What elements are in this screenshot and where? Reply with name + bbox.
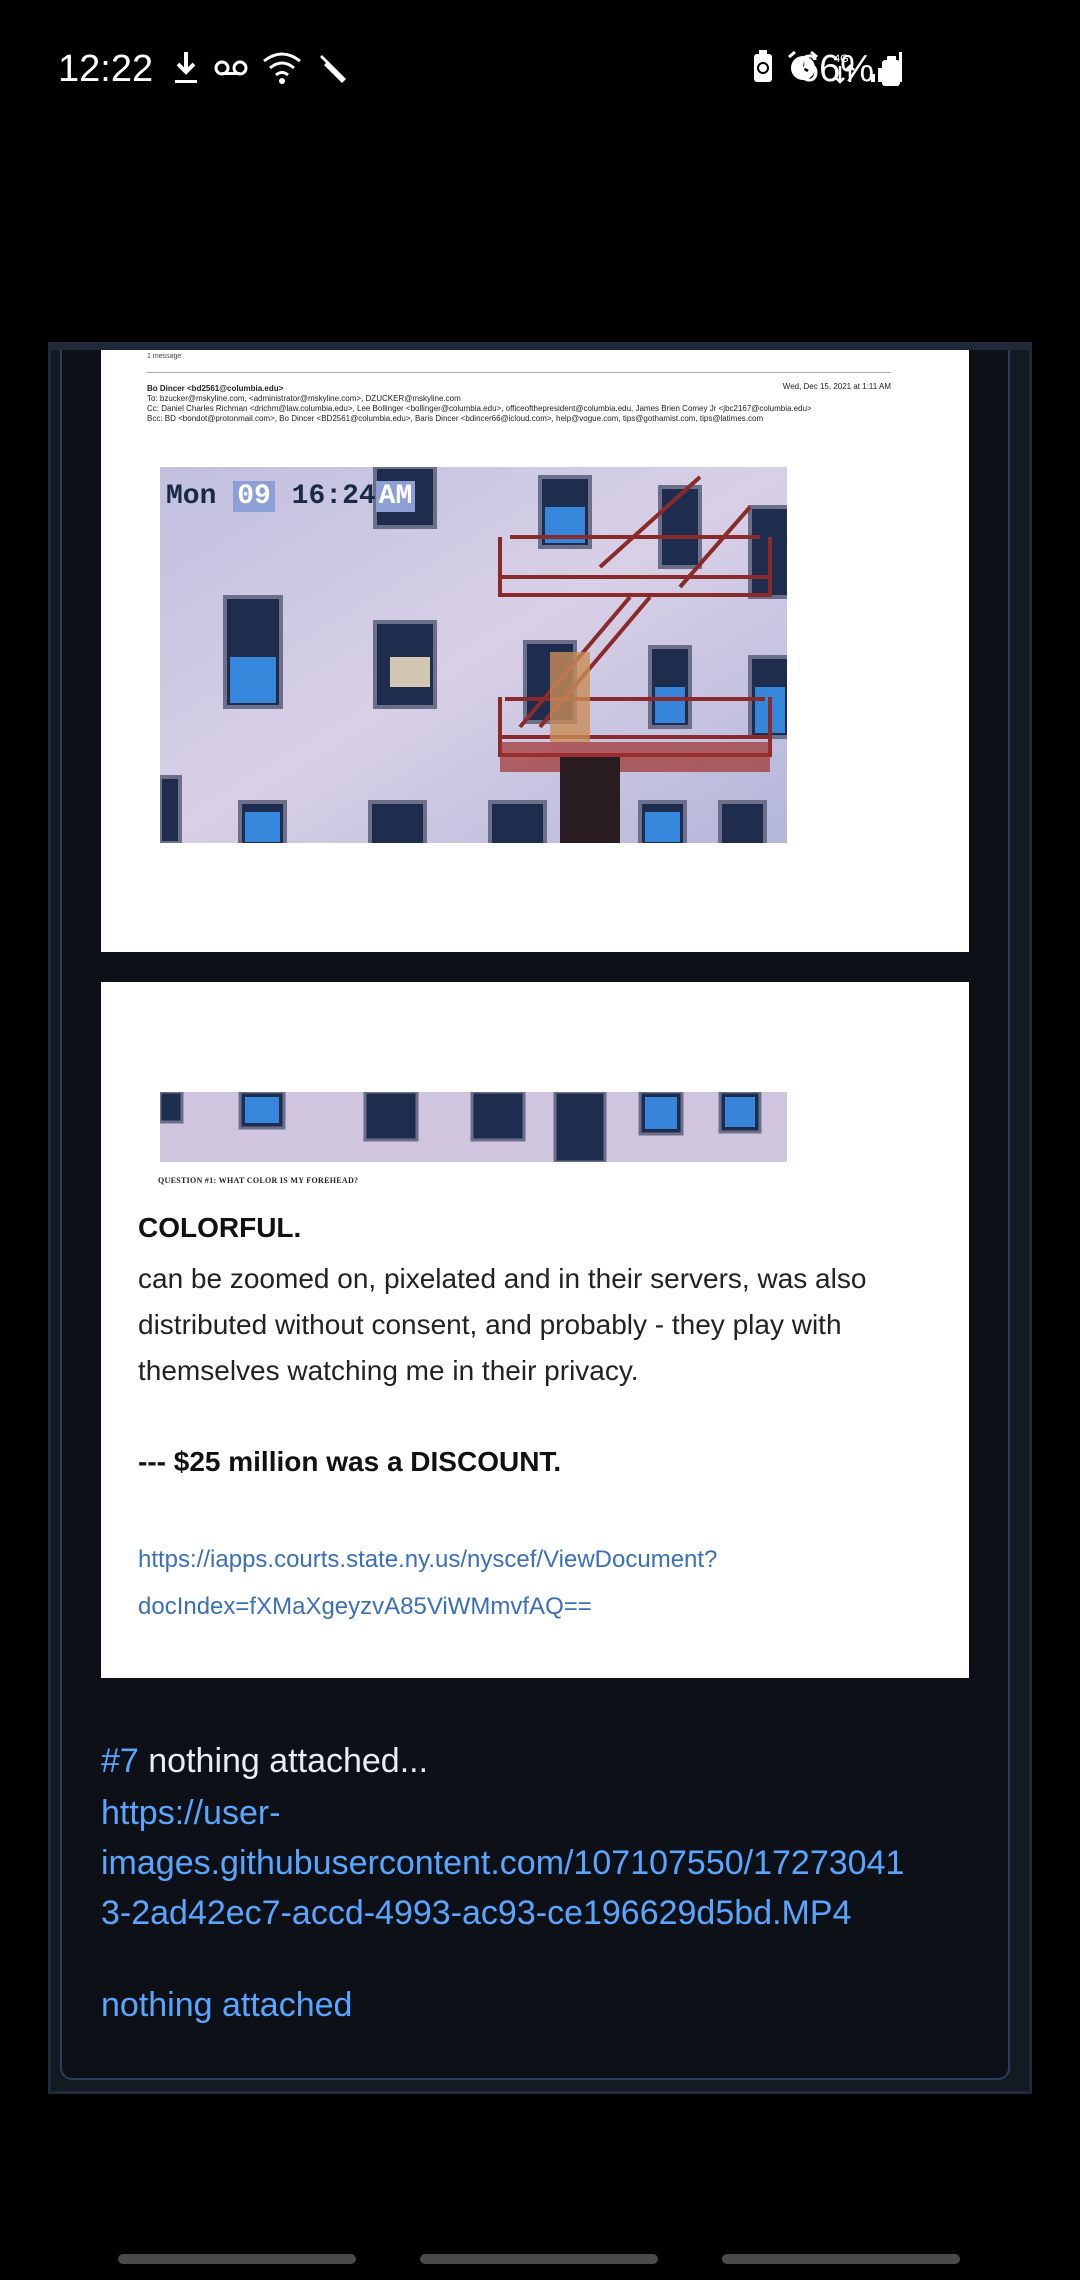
email-bcc: Bcc: BD <bondot@protonmail.com>, Bo Dinc… xyxy=(147,414,764,423)
message-count: 1 message xyxy=(147,353,182,360)
battery-icon xyxy=(882,56,900,86)
card-top-strip xyxy=(48,342,1032,350)
nav-home-pill[interactable] xyxy=(420,2254,658,2264)
status-time: 12:22 xyxy=(58,48,154,90)
attachment-link-line1[interactable]: https://user- xyxy=(101,1788,281,1838)
security-camera-photo: Mon 09 16:24 AM xyxy=(160,467,787,843)
email-meta: Bo Dincer <bd2561@columbia.edu> To: bzuc… xyxy=(147,384,891,424)
wifi-icon xyxy=(263,52,301,84)
answer-heading: COLORFUL. xyxy=(138,1212,302,1243)
camera-day: Mon xyxy=(166,481,217,512)
comment-text: nothing attached... xyxy=(138,1742,429,1780)
voicemail-icon xyxy=(214,60,248,76)
building-facade-image xyxy=(160,467,787,843)
attachment-link-line3[interactable]: 3-2ad42ec7-accd-4993-ac93-ce196629d5bd.M… xyxy=(101,1888,851,1938)
question-label: QUESTION #1: WHAT COLOR IS MY FOREHEAD? xyxy=(158,1176,359,1185)
court-document-link[interactable]: https://iapps.courts.state.ny.us/nyscef/… xyxy=(138,1536,898,1630)
cropped-building-photo xyxy=(160,1092,787,1162)
attachment-link-line2[interactable]: images.githubusercontent.com/107107550/1… xyxy=(101,1838,904,1888)
email-date: Wed, Dec 15, 2021 at 1:11 AM xyxy=(782,382,891,391)
nav-back-pill[interactable] xyxy=(722,2254,960,2264)
email-cc: Cc: Daniel Charles Richman <drichm@law.c… xyxy=(147,404,812,413)
statement-body: can be zoomed on, pixelated and in their… xyxy=(138,1263,867,1386)
camera-timestamp: Mon 09 16:24 AM xyxy=(166,481,416,512)
discount-statement: --- $25 million was a DISCOUNT. xyxy=(138,1446,562,1477)
camera-ampm: AM xyxy=(375,481,416,512)
battery-saver-icon xyxy=(754,50,772,82)
building-strip-image xyxy=(160,1092,787,1162)
court-link-line1[interactable]: https://iapps.courts.state.ny.us/nyscef/… xyxy=(138,1536,898,1583)
issue-reference-link[interactable]: #7 xyxy=(101,1742,139,1780)
comment-heading-line: #7 nothing attached... xyxy=(101,1736,428,1786)
email-to: To: bzucker@mskyline.com, <administrator… xyxy=(147,394,461,403)
camera-date: 09 xyxy=(233,481,275,512)
status-bar: 12:22 4G 66% xyxy=(0,0,1080,140)
battery-percent: 66% xyxy=(798,48,875,90)
email-from: Bo Dincer <bd2561@columbia.edu> xyxy=(147,384,284,393)
comment-footer-link[interactable]: nothing attached xyxy=(101,1986,352,2025)
status-left-icons xyxy=(172,50,350,86)
court-link-line2[interactable]: docIndex=fXMaXgeyzvA85ViWMmvfAQ== xyxy=(138,1583,898,1630)
camera-time: 16:24 xyxy=(291,481,376,512)
wrench-icon xyxy=(320,55,346,83)
nav-recents-pill[interactable] xyxy=(118,2254,356,2264)
divider xyxy=(147,372,891,373)
download-icon xyxy=(175,52,197,83)
